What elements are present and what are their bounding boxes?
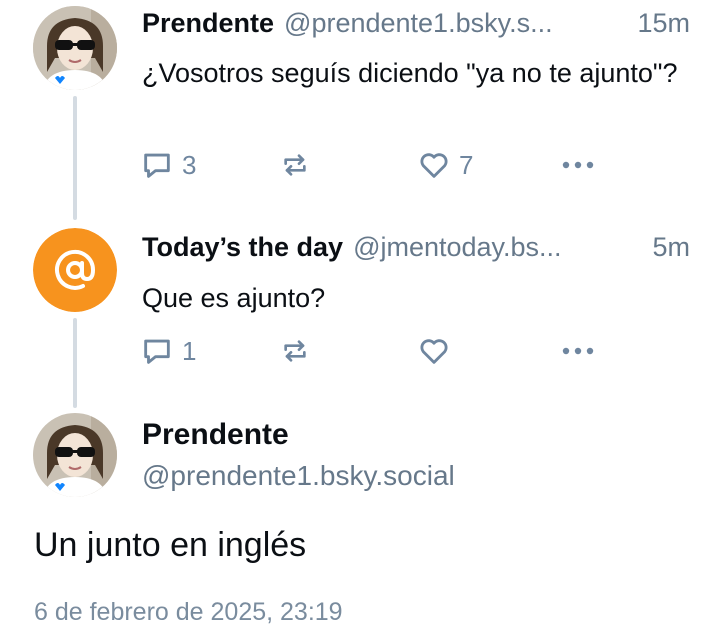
- thread-line: [73, 318, 77, 408]
- timestamp[interactable]: 5m: [652, 232, 690, 263]
- avatar-todays-the-day[interactable]: [33, 228, 117, 312]
- reply-button[interactable]: 3: [140, 145, 196, 185]
- like-button[interactable]: 7: [417, 145, 473, 185]
- heart-icon: [417, 148, 451, 182]
- post-header: Prendente @prendente1.bsky.s... 15m: [142, 8, 690, 39]
- avatar-prendente[interactable]: [33, 6, 117, 90]
- post-text: Que es ajunto?: [142, 283, 326, 313]
- more-options-button[interactable]: [558, 331, 598, 371]
- handle[interactable]: @prendente1.bsky.s...: [284, 8, 619, 39]
- more-options-button[interactable]: [558, 145, 598, 185]
- heart-icon: [417, 334, 451, 368]
- display-name[interactable]: Prendente: [142, 8, 274, 39]
- timestamp[interactable]: 15m: [637, 8, 690, 39]
- profile-photo: [33, 413, 117, 497]
- main-handle[interactable]: @prendente1.bsky.social: [142, 460, 455, 492]
- ellipsis-icon: [558, 334, 598, 368]
- speech-bubble-icon: [140, 148, 174, 182]
- main-post-text: Un junto en inglés: [34, 526, 307, 564]
- post-header: Today’s the day @jmentoday.bs... 5m: [142, 232, 690, 263]
- reply-count: 3: [182, 149, 197, 180]
- profile-photo: [33, 6, 117, 90]
- like-button[interactable]: [417, 331, 459, 371]
- reply-count: 1: [182, 335, 197, 366]
- ellipsis-icon: [558, 148, 598, 182]
- post-text: ¿Vosotros seguís diciendo "ya no te ajun…: [142, 58, 678, 88]
- main-display-name[interactable]: Prendente: [142, 418, 289, 452]
- reply-button[interactable]: 1: [140, 331, 196, 371]
- speech-bubble-icon: [140, 334, 174, 368]
- handle[interactable]: @jmentoday.bs...: [353, 232, 634, 263]
- repost-button[interactable]: [279, 145, 319, 185]
- repost-arrows-icon: [279, 335, 311, 367]
- like-count: 7: [459, 149, 474, 180]
- display-name[interactable]: Today’s the day: [142, 232, 343, 263]
- avatar-prendente-main[interactable]: [33, 413, 117, 497]
- repost-button[interactable]: [279, 331, 319, 371]
- main-post-date: 6 de febrero de 2025, 23:19: [34, 598, 343, 626]
- repost-arrows-icon: [279, 149, 311, 181]
- thread-line: [73, 96, 77, 220]
